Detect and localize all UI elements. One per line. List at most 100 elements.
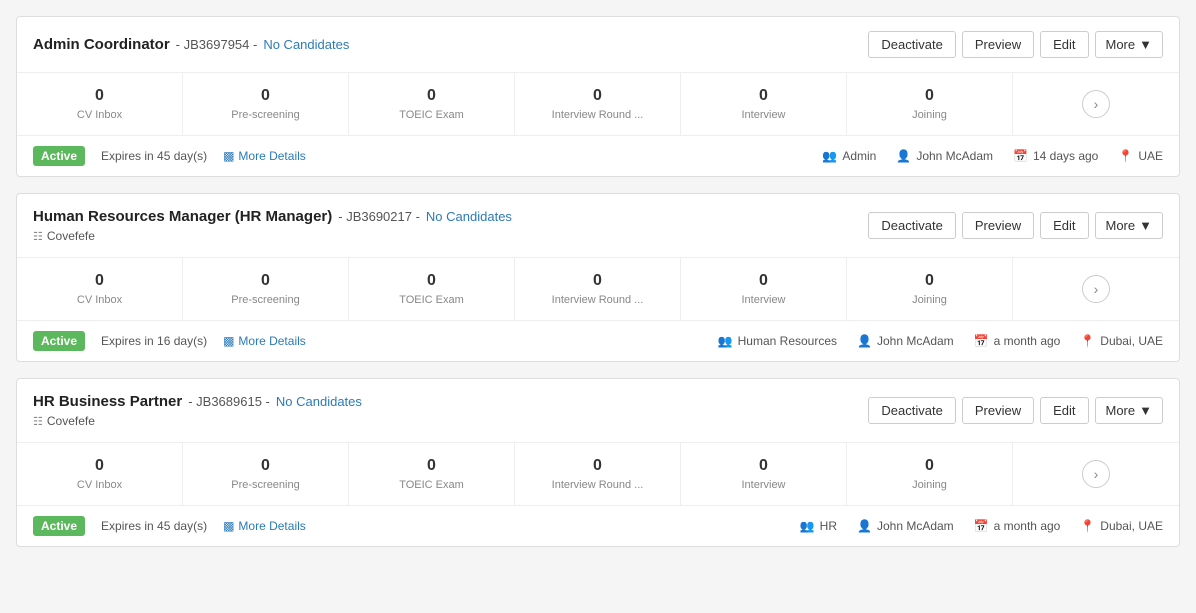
building-icon: ☷: [33, 415, 43, 428]
deactivate-button[interactable]: Deactivate: [868, 212, 955, 239]
more-button[interactable]: More ▼: [1095, 212, 1164, 239]
building-icon: ☷: [33, 230, 43, 243]
more-details-label: More Details: [238, 149, 305, 163]
card-header-right: Deactivate Preview Edit More ▼: [868, 31, 1163, 58]
next-arrow-button[interactable]: ›: [1082, 460, 1110, 488]
card-header-left: Human Resources Manager (HR Manager) - J…: [33, 208, 512, 243]
stat-number: 0: [357, 272, 506, 290]
no-candidates-link[interactable]: No Candidates: [276, 394, 362, 409]
chevron-down-icon: ▼: [1139, 218, 1152, 233]
job-title-row: Admin Coordinator - JB3697954 - No Candi…: [33, 36, 349, 53]
people-icon: 👥: [718, 334, 733, 348]
stat-number: 0: [25, 457, 174, 475]
owner-meta: 👤 John McAdam: [857, 334, 954, 348]
preview-button[interactable]: Preview: [962, 397, 1034, 424]
card-header: Human Resources Manager (HR Manager) - J…: [17, 194, 1179, 258]
more-details-link[interactable]: ▩ More Details: [223, 519, 306, 533]
department-meta: 👥 Admin: [822, 149, 876, 163]
owner-name: John McAdam: [877, 334, 954, 348]
stat-cell-1: 0 Pre-screening: [183, 443, 349, 505]
department-name: Admin: [842, 149, 876, 163]
time-ago: a month ago: [994, 334, 1061, 348]
stat-cell-3: 0 Interview Round ...: [515, 258, 681, 320]
stat-cell-0: 0 CV Inbox: [17, 73, 183, 135]
stat-label: TOEIC Exam: [357, 109, 506, 121]
deactivate-button[interactable]: Deactivate: [868, 397, 955, 424]
person-icon: 👤: [896, 149, 911, 163]
stat-cell-0: 0 CV Inbox: [17, 258, 183, 320]
next-arrow-button[interactable]: ›: [1082, 90, 1110, 118]
stat-label: Pre-screening: [191, 479, 340, 491]
department-name: Human Resources: [738, 334, 837, 348]
company-row: ☷ Covefefe: [33, 229, 512, 243]
edit-button[interactable]: Edit: [1040, 397, 1088, 424]
stat-number: 0: [357, 87, 506, 105]
card-header: Admin Coordinator - JB3697954 - No Candi…: [17, 17, 1179, 73]
more-label: More: [1106, 218, 1136, 233]
department-name: HR: [820, 519, 837, 533]
job-title-row: HR Business Partner - JB3689615 - No Can…: [33, 393, 362, 410]
more-details-link[interactable]: ▩ More Details: [223, 334, 306, 348]
stat-label: Interview Round ...: [523, 479, 672, 491]
next-arrow-button[interactable]: ›: [1082, 275, 1110, 303]
no-candidates-link[interactable]: No Candidates: [426, 209, 512, 224]
stat-arrow-cell: ›: [1013, 73, 1179, 135]
job-title: HR Business Partner: [33, 393, 182, 410]
preview-button[interactable]: Preview: [962, 212, 1034, 239]
stat-label: Joining: [855, 109, 1004, 121]
stat-cell-3: 0 Interview Round ...: [515, 73, 681, 135]
job-card-2: Human Resources Manager (HR Manager) - J…: [16, 193, 1180, 362]
bar-chart-icon: ▩: [223, 149, 234, 163]
footer-meta: 👥 HR 👤 John McAdam 📅 a month ago 📍 Dubai…: [800, 519, 1163, 533]
calendar-icon: 📅: [974, 519, 989, 533]
person-icon: 👤: [857, 519, 872, 533]
stat-label: TOEIC Exam: [357, 294, 506, 306]
more-details-label: More Details: [238, 334, 305, 348]
deactivate-button[interactable]: Deactivate: [868, 31, 955, 58]
stat-number: 0: [523, 272, 672, 290]
stat-number: 0: [689, 87, 838, 105]
stat-label: Interview: [689, 294, 838, 306]
stat-cell-4: 0 Interview: [681, 258, 847, 320]
card-header-right: Deactivate Preview Edit More ▼: [868, 212, 1163, 239]
job-card-1: Admin Coordinator - JB3697954 - No Candi…: [16, 16, 1180, 177]
stat-number: 0: [855, 87, 1004, 105]
job-id: - JB3690217 -: [338, 209, 420, 224]
stat-cell-2: 0 TOEIC Exam: [349, 258, 515, 320]
stat-label: Joining: [855, 479, 1004, 491]
stat-number: 0: [191, 272, 340, 290]
bar-chart-icon: ▩: [223, 519, 234, 533]
job-title: Human Resources Manager (HR Manager): [33, 208, 332, 225]
stat-cell-2: 0 TOEIC Exam: [349, 73, 515, 135]
stat-number: 0: [357, 457, 506, 475]
more-button[interactable]: More ▼: [1095, 397, 1164, 424]
preview-button[interactable]: Preview: [962, 31, 1034, 58]
more-label: More: [1106, 37, 1136, 52]
owner-meta: 👤 John McAdam: [896, 149, 993, 163]
location-name: Dubai, UAE: [1100, 334, 1163, 348]
stat-cell-5: 0 Joining: [847, 73, 1013, 135]
more-button[interactable]: More ▼: [1095, 31, 1164, 58]
stat-arrow-cell: ›: [1013, 443, 1179, 505]
stat-number: 0: [855, 272, 1004, 290]
card-footer: Active Expires in 45 day(s) ▩ More Detai…: [17, 506, 1179, 546]
time-meta: 📅 a month ago: [974, 334, 1061, 348]
stat-label: Joining: [855, 294, 1004, 306]
stat-number: 0: [523, 457, 672, 475]
time-meta: 📅 a month ago: [974, 519, 1061, 533]
more-details-link[interactable]: ▩ More Details: [223, 149, 306, 163]
stat-label: CV Inbox: [25, 294, 174, 306]
expires-text: Expires in 16 day(s): [101, 334, 207, 348]
stat-cell-1: 0 Pre-screening: [183, 73, 349, 135]
stat-number: 0: [25, 272, 174, 290]
company-row: ☷ Covefefe: [33, 414, 362, 428]
expires-text: Expires in 45 day(s): [101, 519, 207, 533]
no-candidates-link[interactable]: No Candidates: [263, 37, 349, 52]
location-icon: 📍: [1080, 519, 1095, 533]
edit-button[interactable]: Edit: [1040, 212, 1088, 239]
expires-text: Expires in 45 day(s): [101, 149, 207, 163]
card-footer: Active Expires in 16 day(s) ▩ More Detai…: [17, 321, 1179, 361]
status-badge: Active: [33, 331, 85, 351]
edit-button[interactable]: Edit: [1040, 31, 1088, 58]
stat-label: Interview Round ...: [523, 294, 672, 306]
